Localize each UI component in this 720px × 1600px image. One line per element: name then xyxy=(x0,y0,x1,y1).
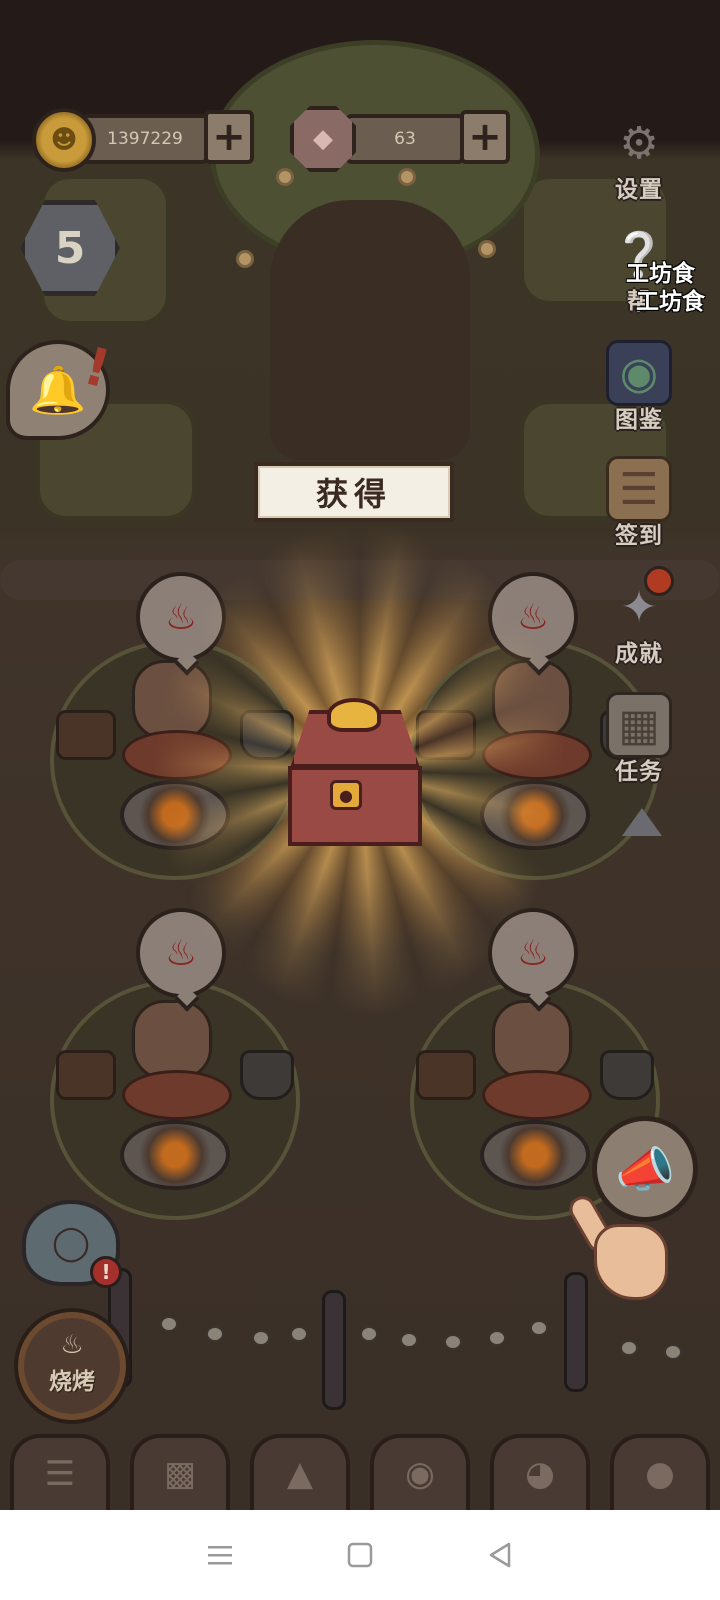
hand-palm xyxy=(594,1224,668,1300)
bottom-item-pot[interactable]: ◕ xyxy=(490,1434,590,1510)
bottom-item-food[interactable]: ● xyxy=(610,1434,710,1510)
tutorial-hand-pointer xyxy=(564,1191,670,1304)
book-icon: ◉ xyxy=(606,340,672,406)
megaphone-icon: 📣 xyxy=(615,1141,675,1198)
gem-counter: 63 xyxy=(344,114,466,164)
bbq-button[interactable]: ♨ 烧烤 xyxy=(18,1312,126,1420)
settings-button[interactable]: ⚙ 设置 xyxy=(594,110,684,204)
level-number: 5 xyxy=(54,222,86,274)
roast-meat xyxy=(482,1070,592,1120)
rope-pearl xyxy=(444,1334,462,1350)
flower xyxy=(478,240,496,258)
rope-pearl xyxy=(488,1330,506,1346)
rope-pearl xyxy=(530,1320,548,1336)
add-gems-button[interactable]: + xyxy=(460,110,510,164)
cooking-pot xyxy=(600,1050,654,1100)
food-icon: ● xyxy=(645,1454,675,1494)
pot-icon: ◕ xyxy=(525,1454,555,1494)
alert-icon: ! xyxy=(90,1256,122,1288)
bottom-item-scroll[interactable]: ☰ xyxy=(10,1434,110,1510)
lock-icon: ● xyxy=(330,780,362,810)
rope-pearl xyxy=(252,1330,270,1346)
rope-pearl xyxy=(160,1316,178,1332)
bottom-toolbar: ☰ ▩ ▲ ◉ ◕ ● xyxy=(0,1428,720,1510)
floating-text: 工坊食 xyxy=(636,289,705,315)
grill-icon: ♨ xyxy=(60,1330,84,1360)
rope-pearl xyxy=(620,1340,638,1356)
log-pile xyxy=(56,1050,116,1100)
map-icon: ▦ xyxy=(606,692,672,758)
gem-amount: 63 xyxy=(394,129,416,149)
coin-icon: ☻ xyxy=(32,108,96,172)
rope-post xyxy=(322,1290,346,1410)
bottom-item-anvil[interactable]: ▲ xyxy=(250,1434,350,1510)
plus-icon: + xyxy=(468,114,502,160)
rope-pearl xyxy=(664,1344,682,1360)
reward-title-banner: 获得 xyxy=(254,462,454,522)
rope-pearl xyxy=(360,1326,378,1342)
flower xyxy=(276,168,294,186)
tree-trunk xyxy=(270,200,470,460)
anvil-icon: ▲ xyxy=(286,1454,314,1494)
coin-counter: 1397229 xyxy=(80,114,210,164)
bbq-label: 烧烤 xyxy=(49,1369,95,1395)
chest-gold-knob xyxy=(327,698,381,732)
flower xyxy=(398,168,416,186)
collapse-arrow-icon[interactable] xyxy=(622,808,662,836)
rope-pearl xyxy=(400,1332,418,1348)
checkin-label: 签到 xyxy=(615,523,663,549)
scroll-icon: ☰ xyxy=(606,456,672,522)
bottom-item-cabinet[interactable]: ▩ xyxy=(130,1434,230,1510)
roast-meat xyxy=(122,1070,232,1120)
settings-label: 设置 xyxy=(615,177,663,203)
add-coins-button[interactable]: + xyxy=(204,110,254,164)
hat-icon: ◉ xyxy=(405,1454,435,1494)
game-scene: ♨ ♨ ♨ ♨ 获得 ● 1397229 ☻ + 63 ◆ + 5 🔔 ! ⚙ … xyxy=(0,0,720,1510)
cabinet-icon: ▩ xyxy=(163,1454,197,1494)
tasks-label: 任务 xyxy=(615,759,663,785)
achievements-label: 成就 xyxy=(615,641,663,667)
log-pile xyxy=(416,1050,476,1100)
tasks-button[interactable]: ▦ 任务 xyxy=(594,692,684,786)
fire-pit xyxy=(120,1120,230,1190)
bottom-item-hat[interactable]: ◉ xyxy=(370,1434,470,1510)
checkin-button[interactable]: ☰ 签到 xyxy=(594,456,684,550)
log-pile xyxy=(56,710,116,760)
reward-title: 获得 xyxy=(315,475,392,513)
scroll-icon: ☰ xyxy=(44,1454,76,1494)
plus-icon: + xyxy=(212,114,246,160)
gear-icon: ⚙ xyxy=(619,117,659,169)
coin-amount: 1397229 xyxy=(107,129,183,149)
menu-icon[interactable] xyxy=(200,1535,240,1575)
notification-dot xyxy=(644,566,674,596)
system-navigation-bar xyxy=(0,1510,720,1600)
home-icon[interactable] xyxy=(340,1535,380,1575)
fire-pit xyxy=(480,1120,590,1190)
codex-label: 图鉴 xyxy=(615,407,663,433)
back-icon[interactable] xyxy=(480,1535,520,1575)
rope-pearl xyxy=(290,1326,308,1342)
flower xyxy=(236,250,254,268)
cooking-pot xyxy=(240,1050,294,1100)
codex-button[interactable]: ◉ 图鉴 xyxy=(594,340,684,434)
rope-pearl xyxy=(206,1326,224,1342)
